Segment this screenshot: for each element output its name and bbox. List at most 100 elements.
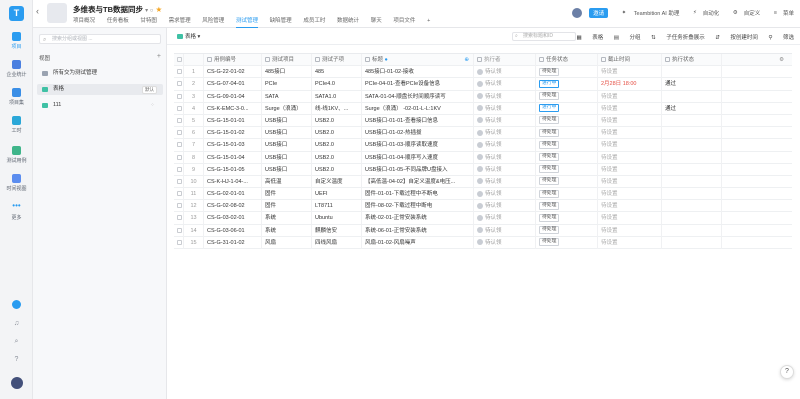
task-status-cell[interactable]: 待处理 [536,114,598,127]
notification-dot-icon[interactable] [0,300,33,311]
menu-button[interactable]: ≡ 菜单 [768,9,794,17]
help-circle-icon[interactable]: ? [0,356,33,363]
title-cell[interactable]: 【高低温-04-02】自定义温度&电压... [362,175,474,188]
executor-cell[interactable]: 待认领 [474,90,536,103]
exec-status-cell[interactable] [662,236,722,249]
table-row[interactable]: 11 CS-G-02-01-01 固件 UEFI 固件-01-01-下载过程中不断电 待认… [174,188,792,201]
test-item-cell[interactable]: 固件 [262,188,312,201]
member-avatar[interactable] [571,8,582,18]
test-item-cell[interactable]: 485接口 [262,66,312,79]
case-id-cell[interactable]: CS-K-EMC-3-0... [204,102,262,115]
back-chevron-icon[interactable]: ‹ [36,6,39,16]
executor-cell[interactable]: 待认领 [474,188,536,201]
row-checkbox[interactable] [174,224,184,237]
table-row[interactable]: 7 CS-G-15-01-03 USB接口 USB2.0 USB接口-01-03-顺序读… [174,139,792,152]
exec-status-cell[interactable] [662,224,722,237]
search-icon[interactable]: ⌕ [0,338,33,346]
subtask-fold-button[interactable]: ⇅ 子任务折叠展示 [651,35,705,41]
executor-cell[interactable]: 待认领 [474,127,536,140]
column-header-task-status[interactable]: 任务状态 [536,54,598,66]
teambition-logo[interactable]: T [9,6,24,21]
bell-icon[interactable]: ♫ [0,320,33,327]
title-cell[interactable]: 固件-08-02-下载过程中断电 [362,200,474,213]
due-date-cell[interactable]: 待设置 [598,212,662,225]
table-row[interactable]: 14 CS-G-03-06-01 系统 麒麟信安 系统-06-01-正常安装系统 待认领待… [174,224,792,237]
add-circle-icon[interactable]: ⊕ [464,54,469,66]
column-header-title[interactable]: 标题 ● ⊕ [362,54,474,66]
row-checkbox[interactable] [174,127,184,140]
exec-status-cell[interactable] [662,163,722,176]
table-row[interactable]: 13 CS-G-03-02-01 系统 Ubuntu 系统-02-01-正常安装系统 待认… [174,212,792,225]
executor-cell[interactable]: 待认领 [474,212,536,225]
task-status-cell[interactable]: 待处理 [536,66,598,79]
title-cell[interactable]: USB接口-01-02-热插拔 [362,127,474,140]
rail-item-project[interactable]: 项目 [0,32,33,50]
tab-task-board[interactable]: 任务看板 [107,16,129,28]
automation-button[interactable]: ⚡ 自动化 [687,9,719,17]
executor-cell[interactable]: 待认领 [474,66,536,79]
task-status-cell[interactable]: 进行中 [536,102,598,115]
add-view-button[interactable]: + [157,53,161,60]
test-subitem-cell[interactable]: USB2.0 [312,127,362,140]
due-date-cell[interactable]: 待设置 [598,175,662,188]
table-row[interactable]: 15 CS-G-31-01-02 风扇 四线风扇 风扇-01-02-风扇噪声 待认领 待处理… [174,236,792,249]
due-date-cell[interactable]: 待设置 [598,127,662,140]
title-cell[interactable]: SATA-01-04-顺盘长时间顺序读写 [362,90,474,103]
test-subitem-cell[interactable]: 四线风扇 [312,236,362,249]
table-row[interactable]: 2 CS-G-07-04-01 PCIe PCIe4.0 PCIe-04-01-查看PC… [174,78,792,91]
exec-status-cell[interactable] [662,114,722,127]
title-cell[interactable]: 风扇-01-02-风扇噪声 [362,236,474,249]
view-item-111[interactable]: 111 ⁘ [37,100,163,111]
rail-item-more[interactable]: ••• 更多 [0,202,33,222]
test-item-cell[interactable]: Surge（浪涌） [262,102,312,115]
tab-data-stats[interactable]: 数据统计 [337,16,359,28]
exec-status-cell[interactable]: 通过 [662,102,722,115]
test-subitem-cell[interactable]: 线-线1KV、... [312,102,362,115]
task-status-cell[interactable]: 待处理 [536,175,598,188]
row-checkbox[interactable] [174,151,184,164]
test-item-cell[interactable]: 固件 [262,200,312,213]
due-date-cell[interactable]: 待设置 [598,200,662,213]
case-id-cell[interactable]: CS-G-09-01-04 [204,90,262,103]
title-cell[interactable]: Surge（浪涌） -02-01-L-L:1KV [362,102,474,115]
row-checkbox[interactable] [174,114,184,127]
column-header-executor[interactable]: 执行者 [474,54,536,66]
test-item-cell[interactable]: 系统 [262,224,312,237]
row-checkbox[interactable] [174,188,184,201]
row-checkbox[interactable] [174,236,184,249]
due-date-cell[interactable]: 待设置 [598,66,662,79]
test-item-cell[interactable]: PCIe [262,78,312,91]
due-date-cell[interactable]: 待设置 [598,151,662,164]
due-date-cell[interactable]: 待设置 [598,188,662,201]
tab-defects[interactable]: 缺陷管理 [270,16,292,28]
ai-assistant-button[interactable]: ✦ Teambition AI 助理 [616,9,680,17]
exec-status-cell[interactable] [662,212,722,225]
sidebar-search-input[interactable]: ⌕ 搜索分组或视图 ... [39,34,161,44]
table-row[interactable]: 6 CS-G-15-01-02 USB接口 USB2.0 USB接口-01-02-热插拔… [174,127,792,140]
help-button[interactable]: ? [780,365,794,379]
due-date-cell[interactable]: 待设置 [598,114,662,127]
due-date-cell[interactable]: 待设置 [598,163,662,176]
task-status-cell[interactable]: 进行中 [536,78,598,91]
exec-status-cell[interactable] [662,127,722,140]
tab-overview[interactable]: 项目概况 [73,16,95,28]
add-tab-button[interactable]: + [427,16,430,28]
title-cell[interactable]: 固件-01-01-下载过程中不断电 [362,188,474,201]
rail-item-stats[interactable]: 企业统计 [0,60,33,78]
exec-status-cell[interactable] [662,175,722,188]
test-item-cell[interactable]: USB接口 [262,114,312,127]
test-item-cell[interactable]: 风扇 [262,236,312,249]
task-status-cell[interactable]: 待处理 [536,224,598,237]
task-status-cell[interactable]: 待处理 [536,188,598,201]
case-id-cell[interactable]: CS-G-03-02-01 [204,212,262,225]
project-title[interactable]: 多维表与TB数据同步 ▾ ○ ★ [73,4,162,15]
case-id-cell[interactable]: CS-G-31-01-02 [204,236,262,249]
rail-item-timeview[interactable]: 时间视图 [0,174,33,192]
column-header-test-subitem[interactable]: 测试子项 [312,54,362,66]
row-checkbox[interactable] [174,212,184,225]
column-header-case-id[interactable]: 用例编号 [204,54,262,66]
case-id-cell[interactable]: CS-G-15-01-03 [204,139,262,152]
test-item-cell[interactable]: 高低温 [262,175,312,188]
row-checkbox[interactable] [174,139,184,152]
exec-status-cell[interactable] [662,139,722,152]
